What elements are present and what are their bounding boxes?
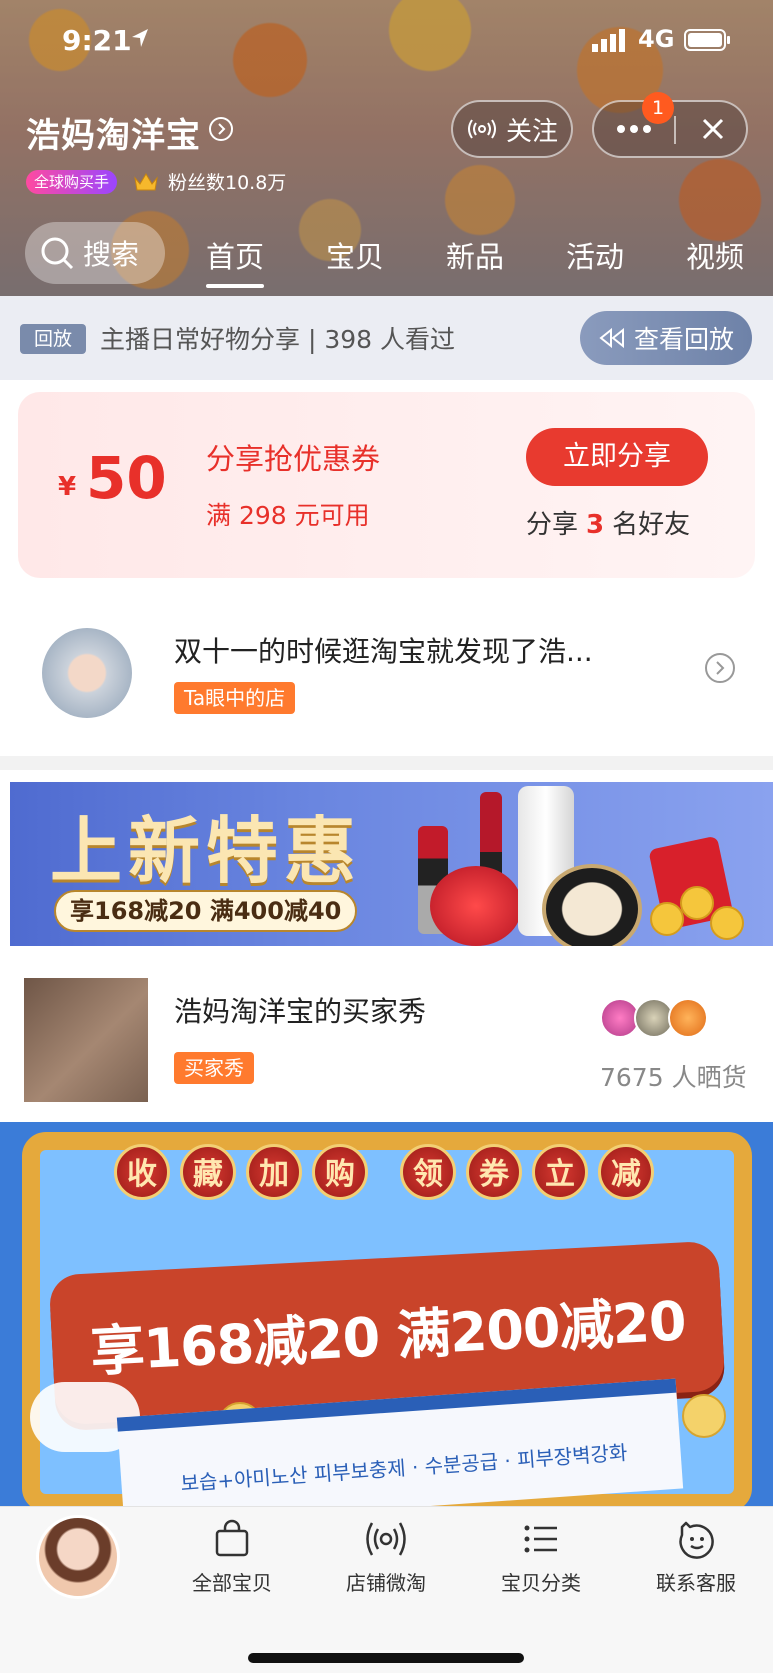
- bead-char: 藏: [180, 1144, 236, 1200]
- compact-image: [430, 866, 522, 946]
- bead-char: 收: [114, 1144, 170, 1200]
- home-indicator[interactable]: [248, 1653, 524, 1663]
- shop-header: 9:21 4G 浩妈淘洋宝 全球购买手 粉丝数10.8万 关注 1 搜索 首页 …: [0, 0, 773, 296]
- share-coupon-card: ¥ 50 分享抢优惠券 满 298 元可用 立即分享 分享 3 名好友: [18, 392, 755, 578]
- banner-title: 上新特惠: [50, 809, 363, 893]
- bead-row: 收 藏 加 购 领 券 立 减: [114, 1144, 654, 1200]
- coin-image: [650, 902, 684, 936]
- broadcast-icon: [467, 119, 496, 139]
- tab-categories-label: 宝贝分类: [501, 1571, 581, 1595]
- battery-icon: [684, 29, 730, 51]
- tab-shop-feed-label: 店铺微淘: [346, 1571, 426, 1595]
- story-avatar: [42, 628, 132, 718]
- bead-char: 券: [466, 1144, 522, 1200]
- search-label: 搜索: [83, 238, 140, 271]
- shop-name[interactable]: 浩妈淘洋宝: [26, 108, 201, 157]
- tab-shop-feed[interactable]: 店铺微淘: [326, 1519, 446, 1596]
- close-button[interactable]: [678, 102, 748, 156]
- coin-image: [680, 886, 714, 920]
- capsule-menu: 1: [592, 92, 748, 158]
- location-arrow-icon: [132, 29, 148, 47]
- fans-count: 粉丝数10.8万: [168, 172, 287, 194]
- tab-customer-service-label: 联系客服: [656, 1571, 736, 1595]
- tab-video[interactable]: 视频: [670, 226, 760, 284]
- bottom-tab-bar: 全部宝贝 店铺微淘 宝贝分类 联系客服: [0, 1506, 773, 1673]
- more-dots-icon: [617, 125, 651, 133]
- coupon-amount: 50: [86, 444, 167, 512]
- buyer-show-title: 浩妈淘洋宝的买家秀: [174, 995, 427, 1028]
- follow-label: 关注: [505, 116, 558, 147]
- view-replay-label: 查看回放: [633, 325, 734, 354]
- replay-text: 主播日常好物分享 | 398 人看过: [100, 325, 455, 354]
- tab-categories[interactable]: 宝贝分类: [481, 1519, 601, 1596]
- shopping-bag-icon: [215, 1519, 249, 1557]
- coupon-condition: 满 298 元可用: [206, 501, 370, 530]
- buyer-show-tag: 买家秀: [174, 1052, 254, 1084]
- follow-button[interactable]: 关注: [451, 100, 573, 158]
- gold-coin-decoration: [682, 1394, 726, 1438]
- story-tag: Ta眼中的店: [174, 682, 296, 714]
- story-title: 双十一的时候逛淘宝就发现了浩...: [174, 635, 593, 668]
- tab-new[interactable]: 新品: [430, 226, 520, 284]
- shop-story-row[interactable]: 双十一的时候逛淘宝就发现了浩... Ta眼中的店: [0, 596, 773, 746]
- share-prefix: 分享: [526, 510, 579, 540]
- buyer-avatar: [668, 998, 708, 1038]
- buyer-show-row[interactable]: 浩妈淘洋宝的买家秀 买家秀 7675 人晒货: [0, 950, 773, 1122]
- tab-customer-service[interactable]: 联系客服: [636, 1519, 756, 1596]
- global-buyer-badge: 全球购买手: [26, 170, 118, 194]
- view-replay-button[interactable]: 查看回放: [580, 311, 752, 365]
- status-bar: 9:21 4G: [0, 0, 773, 84]
- new-arrival-banner[interactable]: 上新特惠 享168减20 满400减40: [10, 782, 773, 946]
- share-count: 3: [586, 510, 605, 540]
- search-icon: [41, 237, 74, 270]
- search-button[interactable]: 搜索: [25, 222, 165, 284]
- chevron-right-icon[interactable]: [704, 652, 736, 684]
- tab-activity[interactable]: 活动: [550, 226, 640, 284]
- replay-tag: 回放: [20, 324, 86, 354]
- tab-all-items-label: 全部宝贝: [192, 1571, 272, 1595]
- buyer-show-count: 7675 人晒货: [600, 1063, 747, 1092]
- shop-avatar[interactable]: [36, 1515, 120, 1599]
- cushion-image: [542, 864, 642, 946]
- buyer-show-thumbnail: [24, 978, 148, 1102]
- bead-char: 加: [246, 1144, 302, 1200]
- coin-image: [710, 906, 744, 940]
- chevron-right-icon[interactable]: [208, 116, 234, 142]
- shop-page: 9:21 4G 浩妈淘洋宝 全球购买手 粉丝数10.8万 关注 1 搜索 首页 …: [0, 0, 773, 1673]
- tab-items[interactable]: 宝贝: [310, 226, 400, 284]
- share-now-button[interactable]: 立即分享: [526, 428, 708, 486]
- customer-service-icon: [679, 1521, 714, 1559]
- bead-char: 领: [400, 1144, 456, 1200]
- close-icon: [702, 118, 724, 140]
- banner-subtitle: 享168减20 满400减40: [54, 890, 358, 932]
- coupon-title: 分享抢优惠券: [206, 442, 381, 476]
- bead-char: 减: [598, 1144, 654, 1200]
- section-divider: [0, 756, 773, 770]
- tab-home[interactable]: 首页: [190, 226, 280, 288]
- list-icon: [524, 1525, 557, 1553]
- share-suffix: 名好友: [612, 510, 691, 540]
- live-replay-bar[interactable]: 回放 主播日常好物分享 | 398 人看过 查看回放: [0, 296, 773, 380]
- status-time: 9:21: [62, 24, 132, 57]
- rewind-icon: [599, 328, 624, 348]
- share-requirement: 分享 3 名好友: [526, 504, 690, 541]
- network-type: 4G: [638, 25, 675, 53]
- signal-icon: [592, 29, 625, 52]
- coupon-currency: ¥: [58, 472, 77, 502]
- bead-char: 购: [312, 1144, 368, 1200]
- shop-tabs: 首页 宝贝 新品 活动 视频: [190, 226, 760, 288]
- coupon-promo-banner[interactable]: 收 藏 加 购 领 券 立 减 享168减20 满200减20 보습+아미노산 …: [0, 1122, 773, 1506]
- broadcast-icon: [366, 1522, 406, 1556]
- bead-char: 立: [532, 1144, 588, 1200]
- tab-all-items[interactable]: 全部宝贝: [172, 1519, 292, 1596]
- notification-badge: 1: [642, 92, 674, 124]
- crown-icon: [134, 173, 158, 191]
- capsule-divider: [674, 116, 676, 144]
